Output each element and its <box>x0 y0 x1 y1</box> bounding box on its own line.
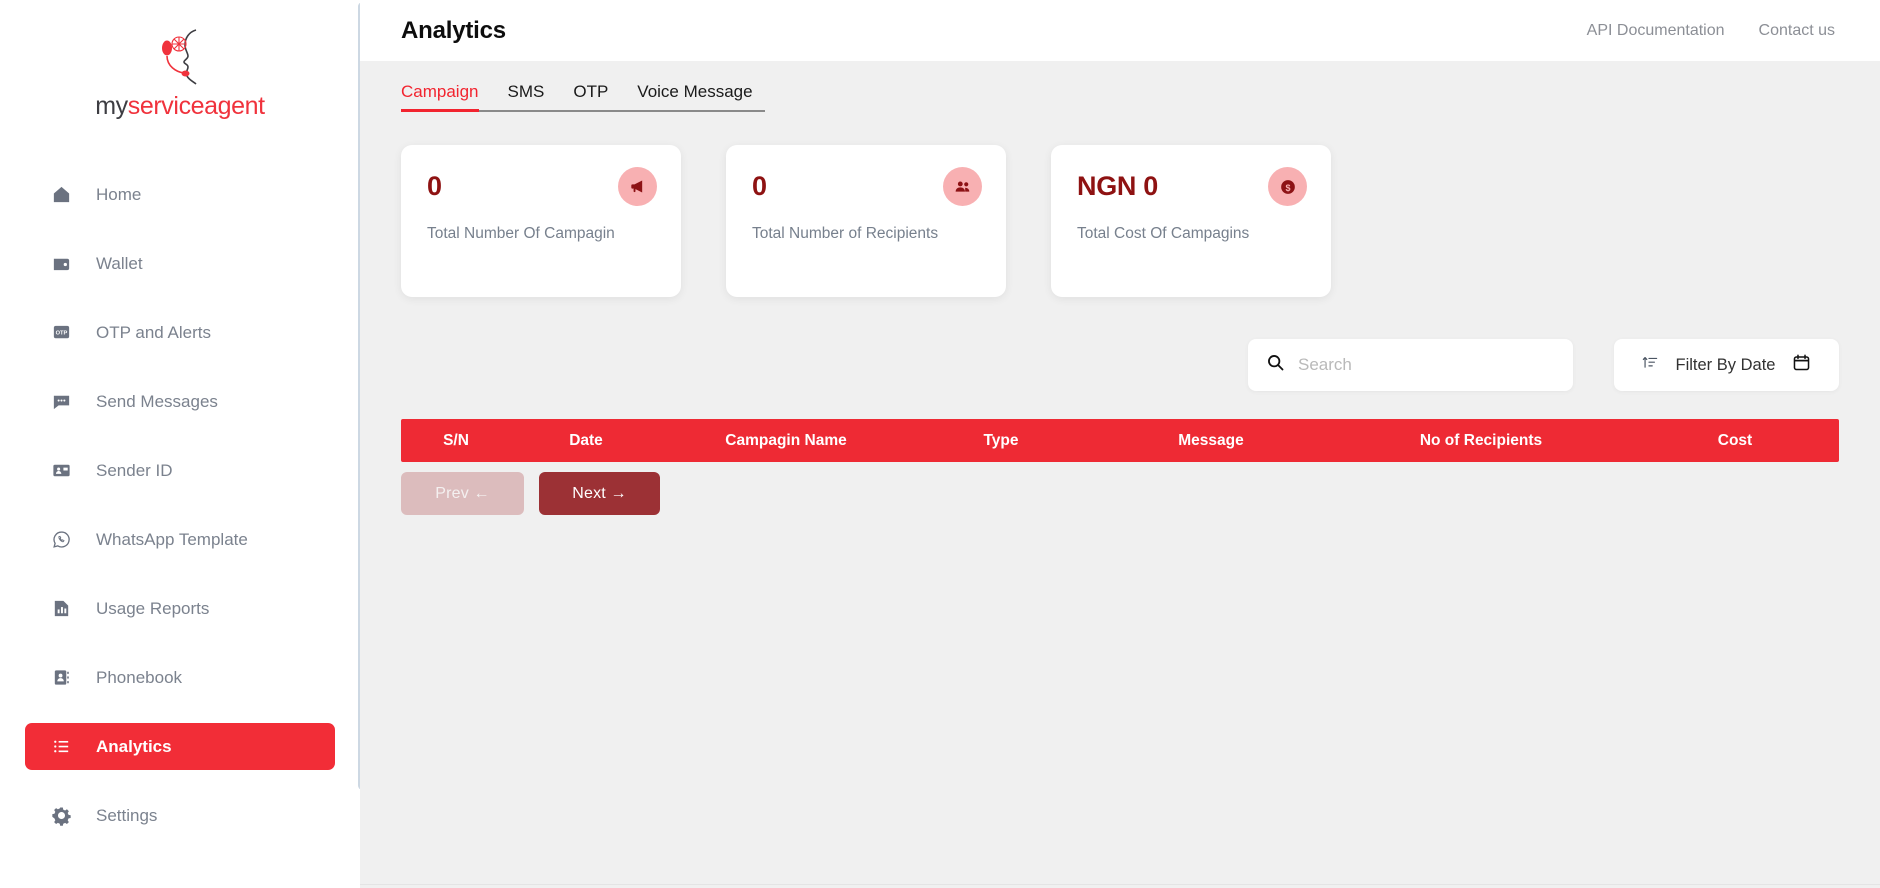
main-content: Analytics API Documentation Contact us C… <box>360 0 1880 888</box>
sidebar-item-whatsapp-template[interactable]: WhatsApp Template <box>25 516 335 563</box>
sidebar-item-sender-id[interactable]: Sender ID <box>25 447 335 494</box>
wallet-icon <box>50 253 72 275</box>
stat-label: Total Cost Of Campagins <box>1077 225 1250 242</box>
pagination: Prev ← Next → <box>401 472 1839 515</box>
sidebar-item-settings[interactable]: Settings <box>25 792 335 839</box>
bottom-divider <box>360 884 1880 885</box>
content-area: Campaign SMS OTP Voice Message 0 Total N… <box>360 82 1880 515</box>
gear-icon <box>50 805 72 827</box>
table-col-no-of-recipients: No of Recipients <box>1419 431 1543 449</box>
contact-us-link[interactable]: Contact us <box>1759 22 1835 40</box>
otp-badge-icon: OTP <box>50 322 72 344</box>
search-box[interactable] <box>1248 339 1573 391</box>
stat-card-total-recipients: 0 Total Number of Recipients <box>726 145 1006 297</box>
sidebar-item-label: Settings <box>96 805 158 825</box>
filter-by-date-button[interactable]: Filter By Date <box>1614 339 1839 391</box>
table-col-message: Message <box>1178 431 1244 449</box>
calendar-icon <box>1792 353 1811 377</box>
brand-word-serviceagent: serviceagent <box>127 92 265 120</box>
sidebar-item-analytics[interactable]: Analytics <box>25 723 335 770</box>
sidebar-nav: Home Wallet OTP OTP and Alerts Send Mess… <box>0 171 360 839</box>
table-col-sn: S/N <box>443 431 469 449</box>
sidebar-item-phonebook[interactable]: Phonebook <box>25 654 335 701</box>
topbar-links: API Documentation Contact us <box>1587 22 1835 40</box>
brand-wordmark: myserviceagent <box>95 92 265 121</box>
tab-otp[interactable]: OTP <box>573 82 608 112</box>
sidebar-item-label: OTP and Alerts <box>96 322 211 342</box>
sidebar-item-label: Phonebook <box>96 667 183 687</box>
chat-bubble-icon <box>50 391 72 413</box>
api-documentation-link[interactable]: API Documentation <box>1587 22 1725 40</box>
sidebar-item-wallet[interactable]: Wallet <box>25 240 335 287</box>
page-title: Analytics <box>401 16 506 44</box>
tab-campaign[interactable]: Campaign <box>401 82 479 112</box>
table-col-cost: Cost <box>1717 431 1753 449</box>
sort-icon <box>1642 354 1659 376</box>
sidebar-item-label: Sender ID <box>96 460 173 480</box>
next-page-button[interactable]: Next → <box>539 472 660 515</box>
prev-page-button[interactable]: Prev ← <box>401 472 524 515</box>
table-header-row: S/N Date Campagin Name Type Message No o… <box>401 419 1839 462</box>
tab-bar: Campaign SMS OTP Voice Message <box>401 82 765 112</box>
app-root: myserviceagent Home Wallet OTP OTP and A… <box>0 0 1880 888</box>
stat-card-total-campaigns: 0 Total Number Of Campagin <box>401 145 681 297</box>
sidebar-item-label: Home <box>96 184 142 204</box>
campaigns-table: S/N Date Campagin Name Type Message No o… <box>401 419 1839 462</box>
report-chart-icon <box>50 598 72 620</box>
filter-label: Filter By Date <box>1675 355 1776 374</box>
stat-label: Total Number Of Campagin <box>427 225 615 242</box>
sidebar-item-label: Analytics <box>96 736 172 756</box>
search-input[interactable] <box>1298 355 1555 375</box>
whatsapp-icon <box>50 529 72 551</box>
table-col-type: Type <box>983 431 1019 449</box>
brand-logo[interactable]: myserviceagent <box>0 0 360 121</box>
sidebar-item-label: WhatsApp Template <box>96 529 248 549</box>
sidebar-item-label: Send Messages <box>96 391 218 411</box>
list-icon <box>50 736 72 758</box>
svg-text:OTP: OTP <box>55 330 67 336</box>
sidebar-item-home[interactable]: Home <box>25 171 335 218</box>
megaphone-icon <box>618 167 657 206</box>
tab-sms[interactable]: SMS <box>508 82 545 112</box>
people-icon <box>943 167 982 206</box>
sidebar-item-usage-reports[interactable]: Usage Reports <box>25 585 335 632</box>
id-card-icon <box>50 460 72 482</box>
search-icon <box>1266 353 1285 377</box>
sidebar-item-label: Usage Reports <box>96 598 210 618</box>
sidebar-item-label: Wallet <box>96 253 143 273</box>
stat-card-total-cost: NGN 0 Total Cost Of Campagins $ <box>1051 145 1331 297</box>
stat-label: Total Number of Recipients <box>752 225 939 242</box>
tab-voice-message[interactable]: Voice Message <box>637 82 752 112</box>
sidebar-item-otp-and-alerts[interactable]: OTP OTP and Alerts <box>25 309 335 356</box>
table-col-date: Date <box>569 431 603 449</box>
table-controls: Filter By Date <box>401 339 1839 391</box>
brand-word-my: my <box>95 92 128 120</box>
table-col-campaign-name: Campagin Name <box>725 431 847 449</box>
stat-cards: 0 Total Number Of Campagin 0 Total Numbe… <box>401 145 1839 297</box>
svg-text:$: $ <box>1285 182 1290 192</box>
contact-book-icon <box>50 667 72 689</box>
sidebar: myserviceagent Home Wallet OTP OTP and A… <box>0 0 367 888</box>
home-icon <box>50 184 72 206</box>
headset-profile-icon <box>134 26 226 88</box>
sidebar-item-send-messages[interactable]: Send Messages <box>25 378 335 425</box>
topbar: Analytics API Documentation Contact us <box>360 0 1880 61</box>
dollar-coin-icon: $ <box>1268 167 1307 206</box>
